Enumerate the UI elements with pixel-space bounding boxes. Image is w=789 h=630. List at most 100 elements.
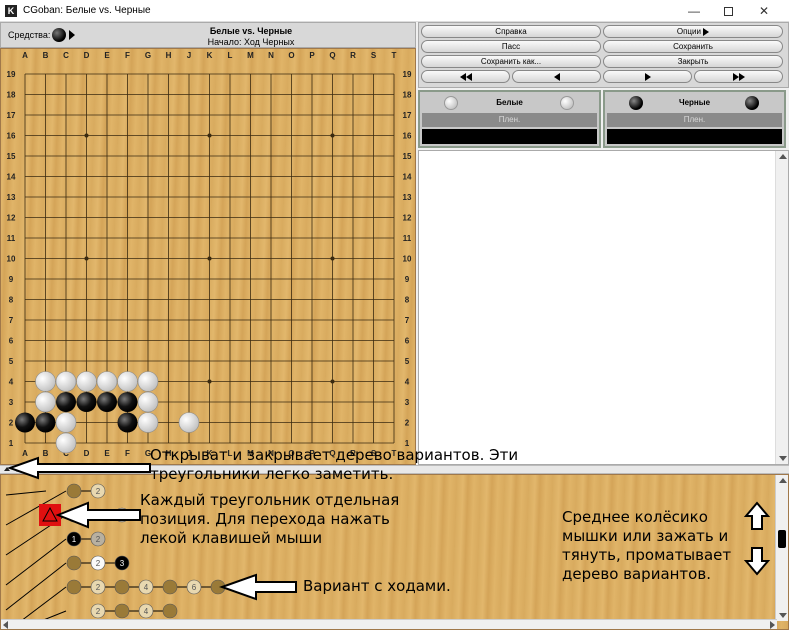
column-label: F [125,51,130,60]
black-stone [15,412,35,433]
column-label: E [104,51,110,60]
tree-node [210,579,226,595]
go-board[interactable]: A A B B C C D D E E F F G G H H J J K K L L M M N N O O P P Q Q R R S S T T 19… [0,48,416,465]
tree-node [162,579,178,595]
column-label: M [247,51,254,60]
window-title: CGoban: Белые vs. Черные [23,5,151,16]
row-label: 1 [9,439,14,448]
white-stone [76,371,97,392]
close-game-button[interactable]: Закрыть [603,55,783,68]
star-point [330,256,335,261]
row-label: 2 [405,419,410,428]
black-stone [117,392,138,412]
fast-forward-button[interactable] [694,70,783,83]
tree-connector [20,586,67,621]
tree-vertical-scrollbar[interactable] [775,475,788,621]
title-bar: K CGoban: Белые vs. Черные — ✕ [0,0,789,22]
white-stone [137,371,159,392]
row-label: 10 [403,255,412,264]
options-label: Опции [676,27,701,36]
star-point [207,379,212,384]
tree-connector [5,490,47,496]
row-label: 13 [403,193,412,202]
options-arrow-icon [703,27,710,36]
star-point [207,256,212,261]
app-icon: K [5,4,17,17]
column-label: D [84,449,90,458]
column-label: Q [329,51,335,60]
tree-node-label: 3 [120,559,125,568]
row-label: 6 [405,337,410,346]
row-label: 7 [9,316,14,325]
row-label: 9 [9,275,14,284]
tree-node-label: 4 [144,583,149,592]
collapse-tree-icon[interactable] [4,467,10,471]
save-as-button[interactable]: Сохранить как... [421,55,601,68]
row-label: 8 [405,296,410,305]
star-point [207,133,212,138]
scroll-up-icon[interactable] [779,154,787,159]
comment-textarea[interactable] [418,150,789,465]
row-label: 9 [405,275,410,284]
scroll-right-icon[interactable] [770,621,775,629]
white-stone-icon [560,96,574,110]
column-label: A [22,449,28,458]
scroll-down-icon[interactable] [779,456,787,461]
options-button[interactable]: Опции [603,25,783,38]
white-stone [55,371,77,392]
scroll-left-icon[interactable] [3,621,8,629]
tree-node [66,579,82,595]
scroll-thumb[interactable] [778,530,786,548]
black-stone [117,412,138,433]
save-button[interactable]: Сохранить [603,40,783,53]
tree-node-label: 2 [96,487,101,496]
tree-node [114,579,130,595]
tools-label: Средства: [8,30,51,40]
row-label: 16 [403,132,412,141]
black-stone [56,392,76,412]
comment-scrollbar[interactable] [775,151,788,464]
tree-node-label: 2 [120,511,125,520]
row-label: 16 [7,132,16,141]
back-icon [553,72,560,81]
tree-node-label: 6 [192,583,197,592]
expand-tree-icon[interactable] [14,468,20,472]
annotation-tree-toggle: Открыват и закрывает дерево вариантов. Э… [150,446,519,483]
column-label: B [43,51,49,60]
help-button[interactable]: Справка [421,25,601,38]
column-label: J [187,51,191,60]
row-label: 17 [403,111,412,120]
row-label: 6 [9,337,14,346]
black-stone [76,392,97,412]
close-window-button[interactable]: ✕ [747,0,781,22]
row-label: 3 [405,398,410,407]
scroll-down-icon[interactable] [779,613,787,618]
white-stone [117,371,138,392]
tree-node-label: 2 [96,583,101,592]
game-subtitle: Начало: Ход Черных [207,37,295,47]
tree-horizontal-scrollbar[interactable] [1,619,777,629]
column-label: A [22,51,28,60]
maximize-button[interactable] [711,0,745,22]
row-label: 4 [405,378,410,387]
row-label: 15 [7,152,16,161]
column-label: P [309,51,315,60]
rewind-button[interactable] [421,70,510,83]
pass-button[interactable]: Пасс [421,40,601,53]
white-stone [35,371,56,392]
row-label: 8 [9,296,14,305]
row-label: 5 [9,357,14,366]
scroll-up-icon[interactable] [779,478,787,483]
white-stone [35,391,56,413]
row-label: 3 [9,398,14,407]
column-label: T [392,51,397,60]
go-board-svg[interactable]: AABBCCDDEEFFGGHHJJKKLLMMNNOOPPQQRRSSTT19… [1,49,417,466]
black-stone-tool-icon[interactable] [52,28,66,42]
forward-button[interactable] [603,70,692,83]
row-label: 4 [9,378,14,387]
tool-menu-arrow-icon[interactable] [69,30,75,40]
back-button[interactable] [512,70,601,83]
minimize-button[interactable]: — [677,0,711,22]
row-label: 10 [7,255,16,264]
tree-node-label: 2 [96,559,101,568]
